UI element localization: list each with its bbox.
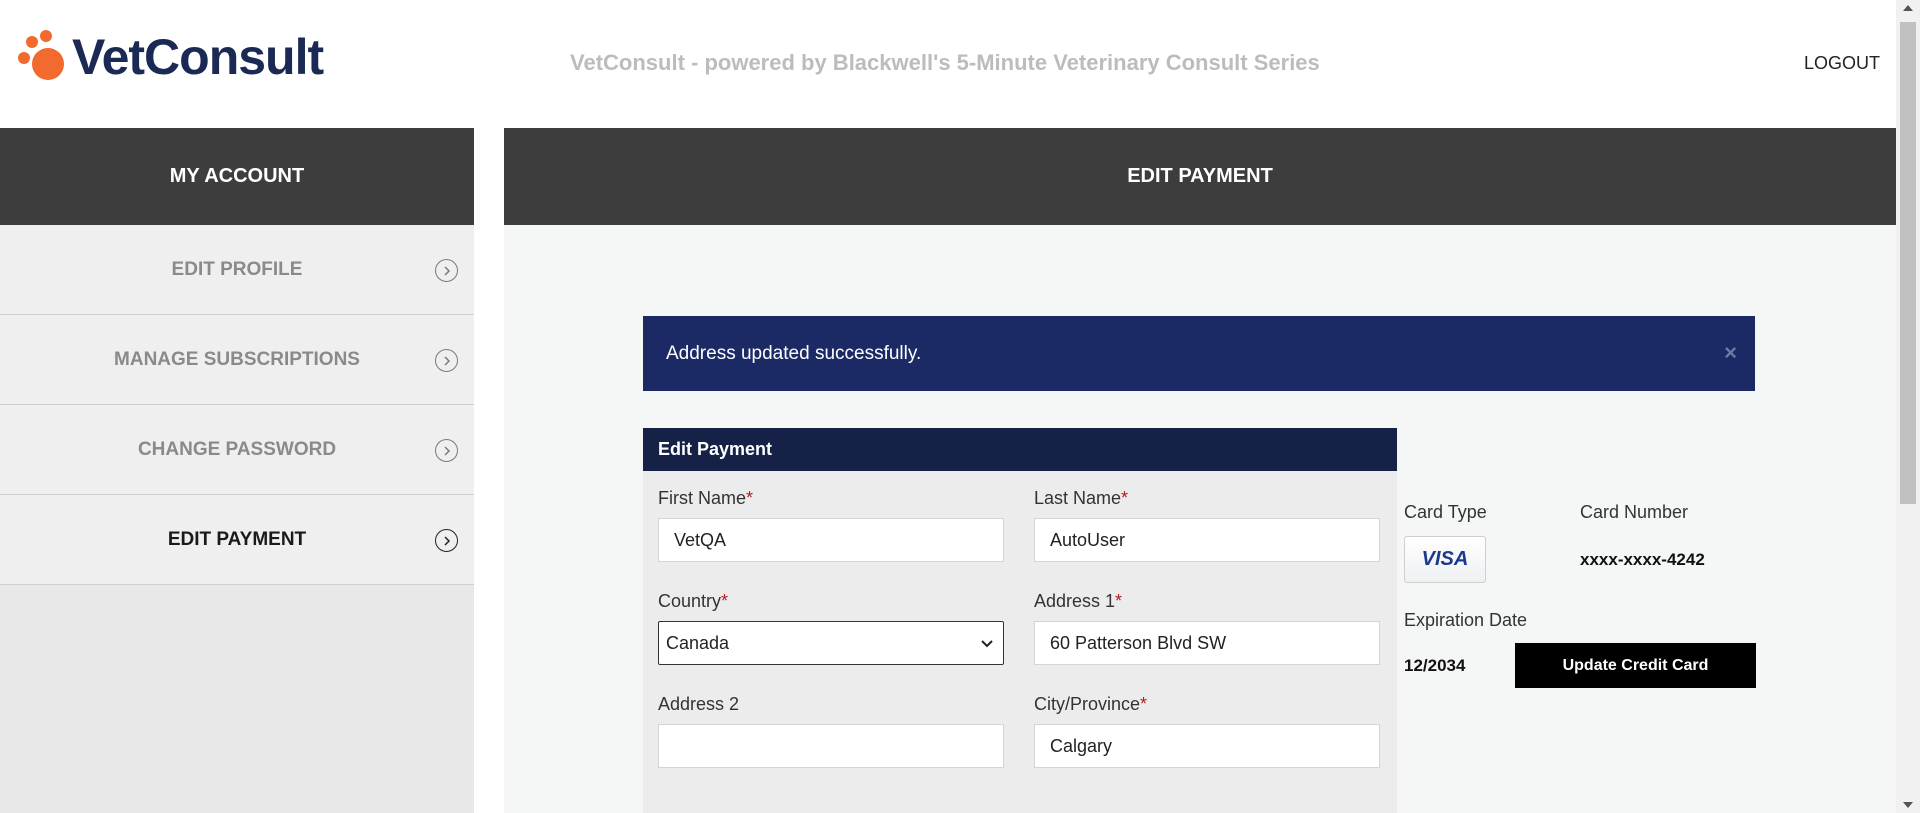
- sidebar-item-label: MANAGE SUBSCRIPTIONS: [114, 348, 360, 370]
- chevron-right-icon: [435, 529, 458, 552]
- address2-input[interactable]: [658, 724, 1004, 768]
- account-sidebar: MY ACCOUNT EDIT PROFILE MANAGE SUBSCRIPT…: [0, 128, 474, 813]
- first-name-input[interactable]: [658, 518, 1004, 562]
- country-selected-value: Canada: [666, 632, 730, 653]
- chevron-right-icon: [435, 349, 458, 372]
- country-group: Country* Canada: [658, 591, 1004, 665]
- first-name-label: First Name*: [658, 488, 754, 508]
- logout-link[interactable]: LOGOUT: [1804, 53, 1880, 74]
- last-name-group: Last Name*: [1034, 488, 1380, 562]
- address1-group: Address 1*: [1034, 591, 1380, 665]
- form-title: Edit Payment: [643, 428, 1397, 471]
- sidebar-item-label: CHANGE PASSWORD: [137, 438, 337, 460]
- address2-label: Address 2: [658, 694, 740, 714]
- country-select[interactable]: Canada: [658, 621, 1004, 665]
- page-scrollbar[interactable]: [1896, 0, 1920, 813]
- card-number-value: xxxx-xxxx-4242: [1580, 550, 1705, 569]
- edit-payment-form: Edit Payment First Name* Last Name* Coun…: [643, 428, 1397, 813]
- city-input[interactable]: [1034, 724, 1380, 768]
- success-alert: Address updated successfully. ×: [643, 316, 1755, 391]
- scrollbar-thumb[interactable]: [1900, 22, 1916, 504]
- vetconsult-logo[interactable]: VetConsult: [18, 29, 324, 85]
- sidebar-item-change-password[interactable]: CHANGE PASSWORD: [0, 405, 474, 495]
- address2-group: Address 2: [658, 694, 1004, 768]
- paw-logo-icon: [18, 30, 72, 84]
- close-icon[interactable]: ×: [1724, 340, 1737, 366]
- address1-label: Address 1*: [1034, 591, 1123, 611]
- chevron-right-icon: [435, 259, 458, 282]
- chevron-down-icon: [981, 640, 993, 648]
- sidebar-item-manage-subscriptions[interactable]: MANAGE SUBSCRIPTIONS: [0, 315, 474, 405]
- main-content: EDIT PAYMENT Address updated successfull…: [504, 128, 1896, 813]
- card-type-label: Card Type: [1404, 502, 1487, 522]
- logo-text: VetConsult: [72, 29, 324, 85]
- sidebar-item-label: EDIT PROFILE: [171, 258, 303, 280]
- scroll-down-icon[interactable]: [1903, 802, 1913, 808]
- card-number-label: Card Number: [1580, 502, 1689, 522]
- scroll-up-icon[interactable]: [1903, 5, 1913, 11]
- last-name-label: Last Name*: [1034, 488, 1129, 508]
- visa-card-icon: VISA: [1404, 536, 1486, 583]
- city-group: City/Province*: [1034, 694, 1380, 768]
- sidebar-item-edit-payment[interactable]: EDIT PAYMENT: [0, 495, 474, 585]
- expiration-date-label: Expiration Date: [1404, 610, 1528, 630]
- site-tagline: VetConsult - powered by Blackwell's 5-Mi…: [570, 50, 1320, 75]
- alert-message: Address updated successfully.: [666, 342, 922, 364]
- last-name-input[interactable]: [1034, 518, 1380, 562]
- expiration-date-value: 12/2034: [1404, 656, 1466, 675]
- sidebar-title: MY ACCOUNT: [0, 128, 474, 225]
- site-header: VetConsult VetConsult - powered by Black…: [0, 0, 1896, 128]
- chevron-right-icon: [435, 439, 458, 462]
- country-label: Country*: [658, 591, 729, 611]
- sidebar-item-edit-profile[interactable]: EDIT PROFILE: [0, 225, 474, 315]
- city-label: City/Province*: [1034, 694, 1148, 714]
- sidebar-item-label: EDIT PAYMENT: [167, 528, 307, 550]
- update-credit-card-button[interactable]: Update Credit Card: [1515, 643, 1756, 688]
- first-name-group: First Name*: [658, 488, 1004, 562]
- page-title: EDIT PAYMENT: [504, 128, 1896, 225]
- address1-input[interactable]: [1034, 621, 1380, 665]
